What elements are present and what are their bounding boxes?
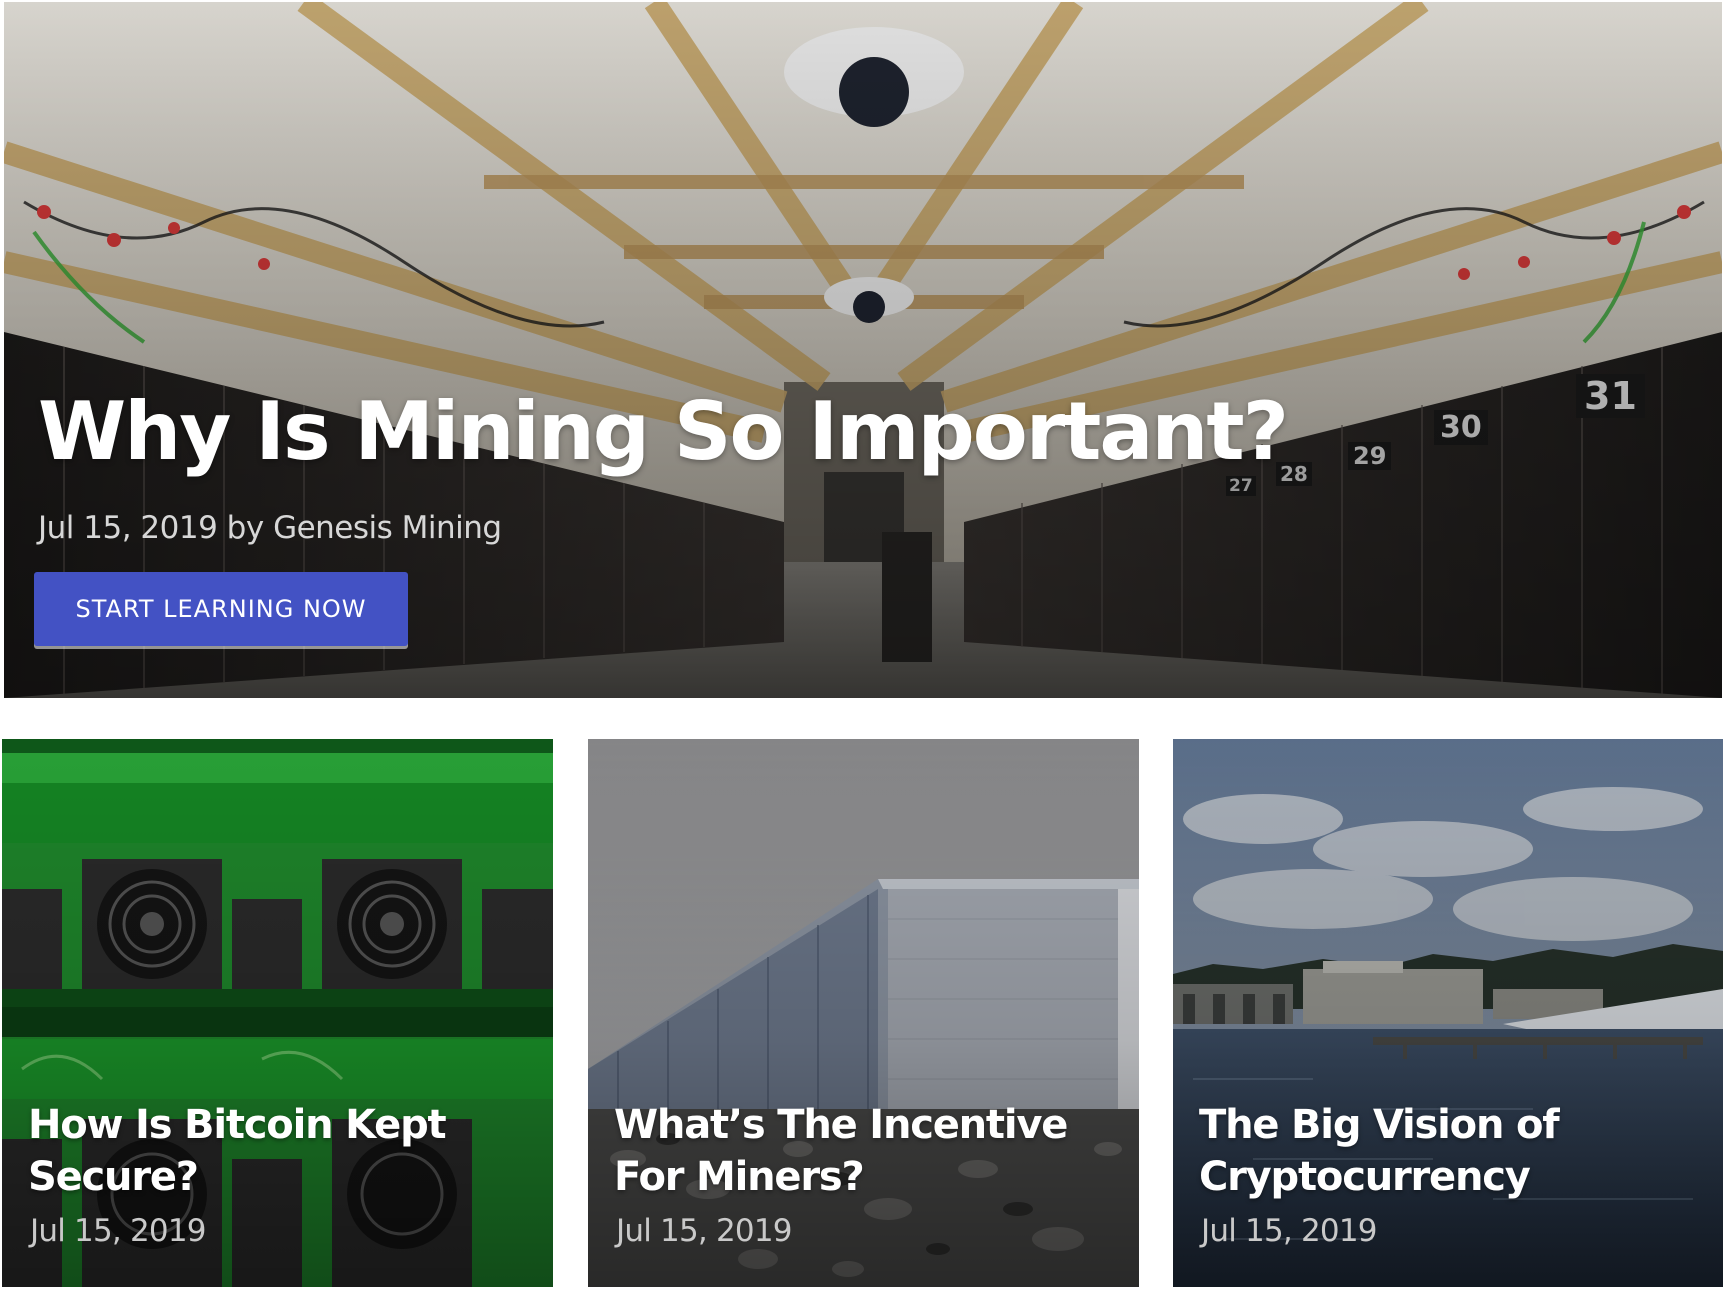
card-date: Jul 15, 2019 (616, 1213, 793, 1249)
card-title[interactable]: The Big Vision of Cryptocurrency (1199, 1099, 1699, 1203)
card-dark-overlay (588, 739, 1139, 1287)
card-title[interactable]: What’s The Incentive For Miners? (614, 1099, 1114, 1203)
hero-featured-post[interactable]: 31 30 29 28 27 Why Is Mining So Importan… (4, 2, 1722, 698)
card-dark-overlay (1173, 739, 1723, 1287)
post-card[interactable]: The Big Vision of Cryptocurrency Jul 15,… (1173, 739, 1723, 1287)
hero-post-date: Jul 15, 2019 (38, 510, 218, 546)
card-date: Jul 15, 2019 (1201, 1213, 1378, 1249)
post-card[interactable]: How Is Bitcoin Kept Secure? Jul 15, 2019 (2, 739, 553, 1287)
hero-post-by: by (226, 510, 265, 546)
card-dark-overlay (2, 739, 553, 1287)
start-learning-button[interactable]: START LEARNING NOW (34, 572, 408, 646)
blog-page: 31 30 29 28 27 Why Is Mining So Importan… (0, 0, 1724, 1290)
card-date: Jul 15, 2019 (30, 1213, 207, 1249)
card-title[interactable]: How Is Bitcoin Kept Secure? (28, 1099, 528, 1203)
hero-post-meta: Jul 15, 2019 by Genesis Mining (38, 510, 502, 546)
post-card[interactable]: What’s The Incentive For Miners? Jul 15,… (588, 739, 1139, 1287)
hero-post-title[interactable]: Why Is Mining So Important? (38, 392, 1289, 472)
hero-post-author[interactable]: Genesis Mining (273, 510, 502, 546)
